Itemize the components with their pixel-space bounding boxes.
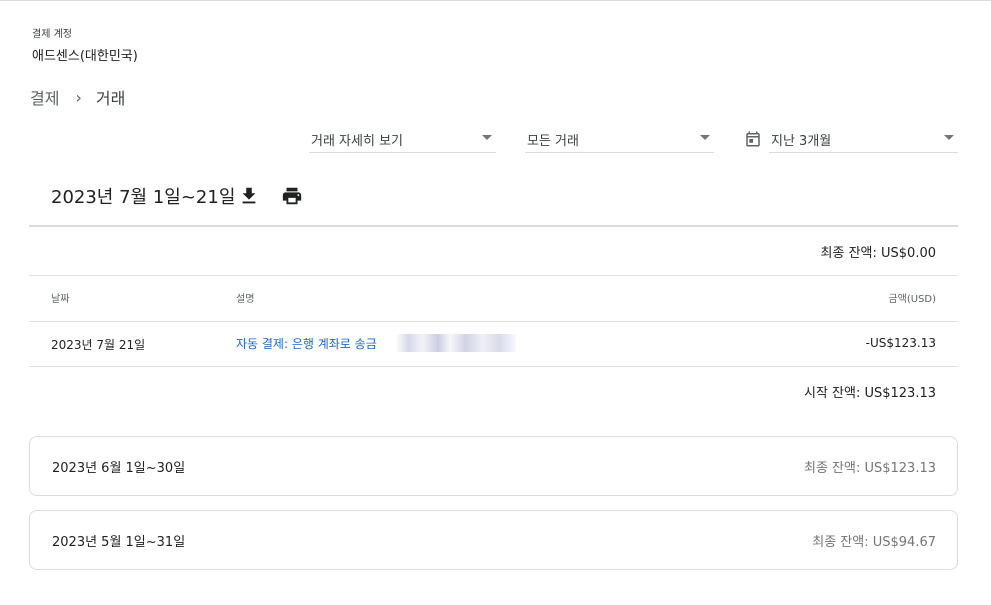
column-header-amount: 금액(USD) — [888, 294, 936, 305]
transaction-type-label: 모든 거래 — [527, 133, 579, 149]
date-range-dropdown[interactable]: 지난 3개월 — [769, 126, 958, 153]
period-card-may[interactable]: 2023년 5월 1일~31일 최종 잔액: US$94.67 — [29, 510, 958, 570]
period-card-balance: 최종 잔액: US$123.13 — [803, 461, 936, 476]
dropdown-arrow-icon — [944, 135, 954, 140]
transaction-description-link[interactable]: 자동 결제: 은행 계좌로 송금 — [236, 335, 377, 352]
chevron-right-icon: › — [75, 87, 82, 107]
breadcrumb-current: 거래 — [95, 89, 126, 108]
dropdown-arrow-icon — [700, 135, 710, 140]
detail-view-label: 거래 자세히 보기 — [311, 133, 403, 149]
billing-account-name: 애드센스(대한민국) — [32, 49, 138, 64]
redacted-account-info — [396, 334, 516, 352]
column-header-description: 설명 — [236, 294, 255, 305]
section-divider — [29, 225, 958, 227]
detail-view-dropdown[interactable]: 거래 자세히 보기 — [309, 126, 496, 153]
transaction-amount: -US$123.13 — [865, 336, 936, 350]
final-balance: 최종 잔액: US$0.00 — [820, 246, 936, 261]
top-divider — [0, 0, 991, 1]
transaction-date: 2023년 7월 21일 — [51, 338, 146, 352]
dropdown-arrow-icon — [482, 135, 492, 140]
calendar-icon — [746, 131, 760, 147]
download-icon[interactable] — [238, 185, 260, 207]
breadcrumb-payments-link[interactable]: 결제 — [30, 85, 59, 109]
transaction-type-dropdown[interactable]: 모든 거래 — [525, 126, 714, 153]
period-card-balance: 최종 잔액: US$94.67 — [812, 535, 936, 550]
date-range-label: 지난 3개월 — [771, 133, 832, 149]
billing-account-label: 결제 계정 — [32, 29, 72, 40]
row-divider — [29, 321, 958, 322]
row-divider — [29, 366, 958, 367]
start-balance: 시작 잔액: US$123.13 — [803, 386, 936, 401]
period-card-title: 2023년 5월 1일~31일 — [52, 535, 186, 550]
row-divider — [29, 275, 958, 276]
breadcrumb: 결제 › 거래 — [30, 85, 125, 109]
print-icon[interactable] — [281, 185, 303, 207]
period-card-title: 2023년 6월 1일~30일 — [52, 461, 186, 476]
period-card-june[interactable]: 2023년 6월 1일~30일 최종 잔액: US$123.13 — [29, 436, 958, 496]
period-title: 2023년 7월 1일~21일 — [51, 187, 236, 208]
column-header-date: 날짜 — [51, 294, 70, 305]
